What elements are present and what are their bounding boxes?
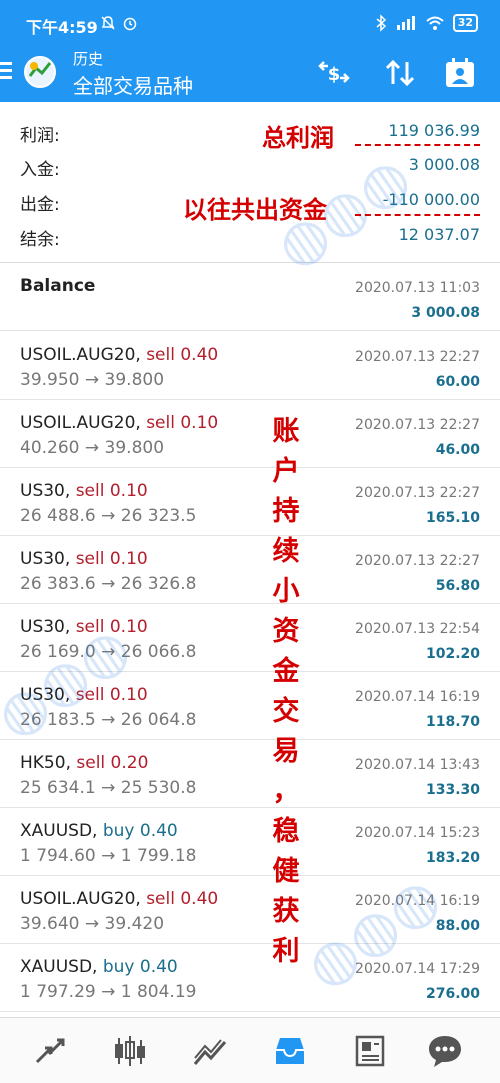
deal-price: 39.640 → 39.420 <box>20 914 165 934</box>
deal-row[interactable]: US30, sell 0.10 26 383.6 → 26 326.8 2020… <box>0 536 500 604</box>
deal-time: 2020.07.13 22:27 <box>355 349 480 365</box>
deal-symbol: US30, sell 0.10 <box>20 481 148 501</box>
deal-type: sell 0.20 <box>76 753 149 773</box>
deal-row[interactable]: XAUUSD, buy 0.40 1 794.60 → 1 799.18 202… <box>0 808 500 876</box>
annotation-past-withdrawals: 以往共出资金 <box>183 195 327 224</box>
chat-icon[interactable] <box>426 1032 464 1070</box>
deal-time: 2020.07.14 16:19 <box>355 689 480 705</box>
summary-deposit: 入金: 3 000.08 <box>0 151 500 181</box>
deal-price: 39.950 → 39.800 <box>20 370 165 390</box>
deal-profit: 46.00 <box>435 442 480 458</box>
deal-profit: 133.30 <box>425 782 480 798</box>
deal-time: 2020.07.13 22:27 <box>355 553 480 569</box>
chart-icon[interactable] <box>111 1032 149 1070</box>
bottom-navigation <box>0 1017 500 1083</box>
deal-type: sell 0.10 <box>75 549 148 569</box>
balance-amount: 3 000.08 <box>411 305 480 321</box>
deal-type: sell 0.10 <box>75 481 148 501</box>
balance-time: 2020.07.13 11:03 <box>355 280 480 296</box>
summary-label: 入金: <box>20 160 60 180</box>
status-time: 下午4:59 <box>26 18 98 37</box>
deal-symbol: XAUUSD, buy 0.40 <box>20 821 178 841</box>
summary-value: 3 000.08 <box>408 155 480 174</box>
balance-row[interactable]: Balance 2020.07.13 11:03 3 000.08 <box>0 263 500 331</box>
deal-time: 2020.07.13 22:54 <box>355 621 480 637</box>
deal-type: sell 0.40 <box>146 889 219 909</box>
quotes-icon[interactable] <box>31 1032 69 1070</box>
sort-icon[interactable] <box>382 56 418 90</box>
deal-type: buy 0.40 <box>102 821 178 841</box>
deal-time: 2020.07.13 22:27 <box>355 417 480 433</box>
annotation-vertical-text: 账 户 持 续 小 资 金 交 易 ， 稳 健 获 利 <box>272 416 300 967</box>
news-icon[interactable] <box>351 1032 389 1070</box>
summary-balance: 结余: 12 037.07 <box>0 221 500 251</box>
summary-label: 结余: <box>20 230 60 250</box>
annotation-total-profit: 总利润 <box>262 123 334 152</box>
deal-symbol: XAUUSD, buy 0.40 <box>20 957 178 977</box>
page-subtitle: 历史 <box>73 50 104 68</box>
annotation-underline <box>355 214 480 216</box>
deal-type: buy 0.40 <box>102 957 178 977</box>
deal-symbol: USOIL.AUG20, sell 0.40 <box>20 345 219 365</box>
deal-price: 1 794.60 → 1 799.18 <box>20 846 197 866</box>
calendar-person-icon[interactable] <box>442 56 478 90</box>
exchange-dollar-icon[interactable]: $ <box>316 56 352 90</box>
menu-button[interactable] <box>0 62 16 82</box>
deal-profit: 183.20 <box>425 850 480 866</box>
deal-price: 25 634.1 → 25 530.8 <box>20 778 197 798</box>
deal-row[interactable]: US30, sell 0.10 26 488.6 → 26 323.5 2020… <box>0 468 500 536</box>
deal-profit: 165.10 <box>425 510 480 526</box>
deal-time: 2020.07.14 15:23 <box>355 825 480 841</box>
deal-profit: 56.80 <box>435 578 480 594</box>
deal-profit: 118.70 <box>425 714 480 730</box>
deal-time: 2020.07.13 22:27 <box>355 485 480 501</box>
annotation-underline <box>355 144 480 146</box>
deal-type: sell 0.10 <box>146 413 219 433</box>
deal-symbol: USOIL.AUG20, sell 0.10 <box>20 413 219 433</box>
account-summary: 利润: 119 036.99 入金: 3 000.08 出金: -110 000… <box>0 102 500 262</box>
status-icons: 32 <box>375 13 478 33</box>
deal-symbol: HK50, sell 0.20 <box>20 753 149 773</box>
bluetooth-icon <box>376 14 386 32</box>
balance-label: Balance <box>20 276 96 296</box>
deal-row[interactable]: USOIL.AUG20, sell 0.40 39.950 → 39.800 2… <box>0 332 500 400</box>
deal-row[interactable]: XAUUSD, buy 0.40 1 797.29 → 1 804.19 202… <box>0 944 500 1012</box>
deal-price: 26 488.6 → 26 323.5 <box>20 506 197 526</box>
alarm-icon <box>123 17 137 31</box>
deal-price: 1 797.29 → 1 804.19 <box>20 982 197 1002</box>
summary-value: 119 036.99 <box>388 121 480 140</box>
summary-label: 利润: <box>20 126 60 146</box>
deal-symbol: USOIL.AUG20, sell 0.40 <box>20 889 219 909</box>
trade-icon[interactable] <box>191 1032 229 1070</box>
wifi-icon <box>426 16 444 30</box>
deal-profit: 60.00 <box>435 374 480 390</box>
app-logo-icon <box>24 56 56 88</box>
summary-profit: 利润: 119 036.99 <box>0 117 500 147</box>
deal-price: 40.260 → 39.800 <box>20 438 165 458</box>
history-icon[interactable] <box>271 1032 309 1070</box>
signal-icon <box>396 16 415 30</box>
battery-indicator: 32 <box>452 14 478 32</box>
deal-row[interactable]: HK50, sell 0.20 25 634.1 → 25 530.8 2020… <box>0 740 500 808</box>
deal-type: sell 0.40 <box>146 345 219 365</box>
deal-time: 2020.07.14 13:43 <box>355 757 480 773</box>
status-bar: 下午4:59 32 <box>0 0 500 44</box>
mute-bell-icon <box>101 16 115 30</box>
deal-price: 26 383.6 → 26 326.8 <box>20 574 197 594</box>
deal-symbol: US30, sell 0.10 <box>20 549 148 569</box>
deal-profit: 276.00 <box>425 986 480 1002</box>
deal-profit: 102.20 <box>425 646 480 662</box>
page-title[interactable]: 全部交易品种 <box>73 70 193 99</box>
summary-value: 12 037.07 <box>398 225 480 244</box>
svg-text:$: $ <box>328 64 341 85</box>
summary-label: 出金: <box>20 195 60 215</box>
app-toolbar: 历史 全部交易品种 $ <box>0 44 500 102</box>
deal-row[interactable]: USOIL.AUG20, sell 0.10 40.260 → 39.800 2… <box>0 400 500 468</box>
